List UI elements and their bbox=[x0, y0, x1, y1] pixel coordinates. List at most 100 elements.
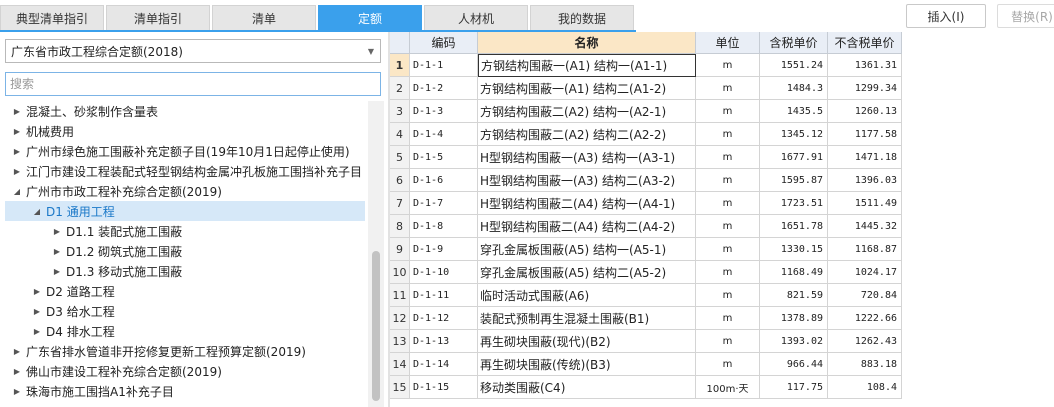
tree-node[interactable]: ◢ D1 通用工程 bbox=[5, 201, 365, 221]
row-number[interactable]: 4 bbox=[390, 123, 410, 146]
triangle-right-icon[interactable]: ▶ bbox=[8, 347, 26, 356]
table-cell-code[interactable]: D-1-8 bbox=[410, 215, 478, 238]
table-cell-unit[interactable]: 100m·天 bbox=[696, 376, 760, 399]
table-cell-price-notax[interactable]: 1445.32 bbox=[828, 215, 902, 238]
tree-node[interactable]: ▶ 珠海市施工围挡A1补充子目 bbox=[0, 381, 368, 401]
tree-node[interactable]: ▶ 机械费用 bbox=[0, 121, 368, 141]
table-cell-code[interactable]: D-1-12 bbox=[410, 307, 478, 330]
table-cell-price-tax[interactable]: 1435.5 bbox=[760, 100, 828, 123]
library-select[interactable]: 广东省市政工程综合定额(2018) ▼ bbox=[5, 39, 381, 63]
tree-node[interactable]: ▶ D1.3 移动式施工围蔽 bbox=[0, 261, 368, 281]
tree-node[interactable]: ▶ 江门市建设工程装配式轻型钢结构金属冲孔板施工围挡补充子目 bbox=[0, 161, 368, 181]
triangle-right-icon[interactable]: ▶ bbox=[28, 287, 46, 296]
row-number[interactable]: 15 bbox=[390, 376, 410, 399]
tab-3[interactable]: 定额 bbox=[318, 5, 422, 30]
table-cell-name[interactable]: H型钢结构围蔽一(A3) 结构一(A3-1) bbox=[478, 146, 696, 169]
table-cell-unit[interactable]: m bbox=[696, 77, 760, 100]
tab-0[interactable]: 典型清单指引 bbox=[0, 5, 104, 30]
table-cell-code[interactable]: D-1-1 bbox=[410, 54, 478, 77]
table-cell-unit[interactable]: m bbox=[696, 100, 760, 123]
table-cell-unit[interactable]: m bbox=[696, 54, 760, 77]
triangle-right-icon[interactable]: ▶ bbox=[8, 367, 26, 376]
triangle-right-icon[interactable]: ▶ bbox=[48, 247, 66, 256]
table-cell-code[interactable]: D-1-3 bbox=[410, 100, 478, 123]
tree-scrollbar-thumb[interactable] bbox=[372, 251, 380, 401]
table-cell-unit[interactable]: m bbox=[696, 261, 760, 284]
table-cell-price-notax[interactable]: 1177.58 bbox=[828, 123, 902, 146]
row-number[interactable]: 11 bbox=[390, 284, 410, 307]
table-cell-unit[interactable]: m bbox=[696, 330, 760, 353]
table-cell-price-notax[interactable]: 1299.34 bbox=[828, 77, 902, 100]
table-cell-name[interactable]: 方钢结构围蔽二(A2) 结构二(A2-2) bbox=[478, 123, 696, 146]
table-cell-price-tax[interactable]: 1168.49 bbox=[760, 261, 828, 284]
triangle-right-icon[interactable]: ▶ bbox=[28, 327, 46, 336]
table-cell-price-notax[interactable]: 883.18 bbox=[828, 353, 902, 376]
triangle-right-icon[interactable]: ▶ bbox=[48, 267, 66, 276]
table-cell-name[interactable]: 再生砌块围蔽(现代)(B2) bbox=[478, 330, 696, 353]
row-number[interactable]: 1 bbox=[390, 54, 410, 77]
header-unit[interactable]: 单位 bbox=[696, 32, 760, 54]
search-input[interactable] bbox=[5, 72, 381, 96]
table-cell-name[interactable]: 穿孔金属板围蔽(A5) 结构二(A5-2) bbox=[478, 261, 696, 284]
table-cell-price-notax[interactable]: 1262.43 bbox=[828, 330, 902, 353]
triangle-right-icon[interactable]: ▶ bbox=[8, 147, 26, 156]
table-cell-price-notax[interactable]: 1024.17 bbox=[828, 261, 902, 284]
table-cell-code[interactable]: D-1-2 bbox=[410, 77, 478, 100]
triangle-down-icon[interactable]: ◢ bbox=[8, 187, 26, 196]
table-cell-price-tax[interactable]: 1723.51 bbox=[760, 192, 828, 215]
row-number[interactable]: 13 bbox=[390, 330, 410, 353]
table-cell-price-notax[interactable]: 108.4 bbox=[828, 376, 902, 399]
triangle-right-icon[interactable]: ▶ bbox=[8, 387, 26, 396]
tree-node[interactable]: ▶ 佛山市建设工程补充综合定额(2019) bbox=[0, 361, 368, 381]
tab-2[interactable]: 清单 bbox=[212, 5, 316, 30]
tree-node[interactable]: ▶ D4 排水工程 bbox=[0, 321, 368, 341]
table-cell-unit[interactable]: m bbox=[696, 238, 760, 261]
table-cell-price-tax[interactable]: 1484.3 bbox=[760, 77, 828, 100]
tree-node[interactable]: ▶ D1.1 装配式施工围蔽 bbox=[0, 221, 368, 241]
row-number[interactable]: 6 bbox=[390, 169, 410, 192]
row-number[interactable]: 12 bbox=[390, 307, 410, 330]
table-cell-name[interactable]: 临时活动式围蔽(A6) bbox=[478, 284, 696, 307]
tab-4[interactable]: 人材机 bbox=[424, 5, 528, 30]
triangle-right-icon[interactable]: ▶ bbox=[8, 127, 26, 136]
header-price-notax[interactable]: 不含税单价 bbox=[828, 32, 902, 54]
table-cell-price-tax[interactable]: 1677.91 bbox=[760, 146, 828, 169]
table-cell-price-notax[interactable]: 720.84 bbox=[828, 284, 902, 307]
table-cell-code[interactable]: D-1-4 bbox=[410, 123, 478, 146]
table-cell-unit[interactable]: m bbox=[696, 146, 760, 169]
table-cell-name[interactable]: H型钢结构围蔽二(A4) 结构一(A4-1) bbox=[478, 192, 696, 215]
triangle-right-icon[interactable]: ▶ bbox=[8, 167, 26, 176]
triangle-right-icon[interactable]: ▶ bbox=[28, 307, 46, 316]
table-cell-name[interactable]: 方钢结构围蔽一(A1) 结构一(A1-1) bbox=[478, 54, 696, 77]
table-cell-price-tax[interactable]: 117.75 bbox=[760, 376, 828, 399]
table-cell-name[interactable]: H型钢结构围蔽一(A3) 结构二(A3-2) bbox=[478, 169, 696, 192]
tree-node[interactable]: ▶ D3 给水工程 bbox=[0, 301, 368, 321]
table-cell-code[interactable]: D-1-11 bbox=[410, 284, 478, 307]
table-cell-code[interactable]: D-1-15 bbox=[410, 376, 478, 399]
table-cell-price-notax[interactable]: 1511.49 bbox=[828, 192, 902, 215]
table-cell-code[interactable]: D-1-9 bbox=[410, 238, 478, 261]
table-cell-price-tax[interactable]: 966.44 bbox=[760, 353, 828, 376]
table-cell-unit[interactable]: m bbox=[696, 215, 760, 238]
table-cell-price-notax[interactable]: 1260.13 bbox=[828, 100, 902, 123]
table-cell-code[interactable]: D-1-6 bbox=[410, 169, 478, 192]
table-cell-name[interactable]: 移动类围蔽(C4) bbox=[478, 376, 696, 399]
tab-1[interactable]: 清单指引 bbox=[106, 5, 210, 30]
tree-node[interactable]: ▶ 广东省排水管道非开挖修复更新工程预算定额(2019) bbox=[0, 341, 368, 361]
row-number[interactable]: 14 bbox=[390, 353, 410, 376]
tree-node[interactable]: ▶ 广州市绿色施工围蔽补充定额子目(19年10月1日起停止使用) bbox=[0, 141, 368, 161]
table-cell-name[interactable]: 装配式预制再生混凝土围蔽(B1) bbox=[478, 307, 696, 330]
table-cell-price-tax[interactable]: 1551.24 bbox=[760, 54, 828, 77]
table-cell-price-tax[interactable]: 1330.15 bbox=[760, 238, 828, 261]
table-cell-name[interactable]: 方钢结构围蔽二(A2) 结构一(A2-1) bbox=[478, 100, 696, 123]
row-number[interactable]: 9 bbox=[390, 238, 410, 261]
table-cell-unit[interactable]: m bbox=[696, 307, 760, 330]
table-cell-price-tax[interactable]: 1393.02 bbox=[760, 330, 828, 353]
table-cell-price-tax[interactable]: 1345.12 bbox=[760, 123, 828, 146]
table-cell-name[interactable]: 再生砌块围蔽(传统)(B3) bbox=[478, 353, 696, 376]
table-cell-code[interactable]: D-1-10 bbox=[410, 261, 478, 284]
row-number[interactable]: 7 bbox=[390, 192, 410, 215]
table-cell-price-tax[interactable]: 1378.89 bbox=[760, 307, 828, 330]
table-cell-price-tax[interactable]: 1651.78 bbox=[760, 215, 828, 238]
row-number[interactable]: 2 bbox=[390, 77, 410, 100]
